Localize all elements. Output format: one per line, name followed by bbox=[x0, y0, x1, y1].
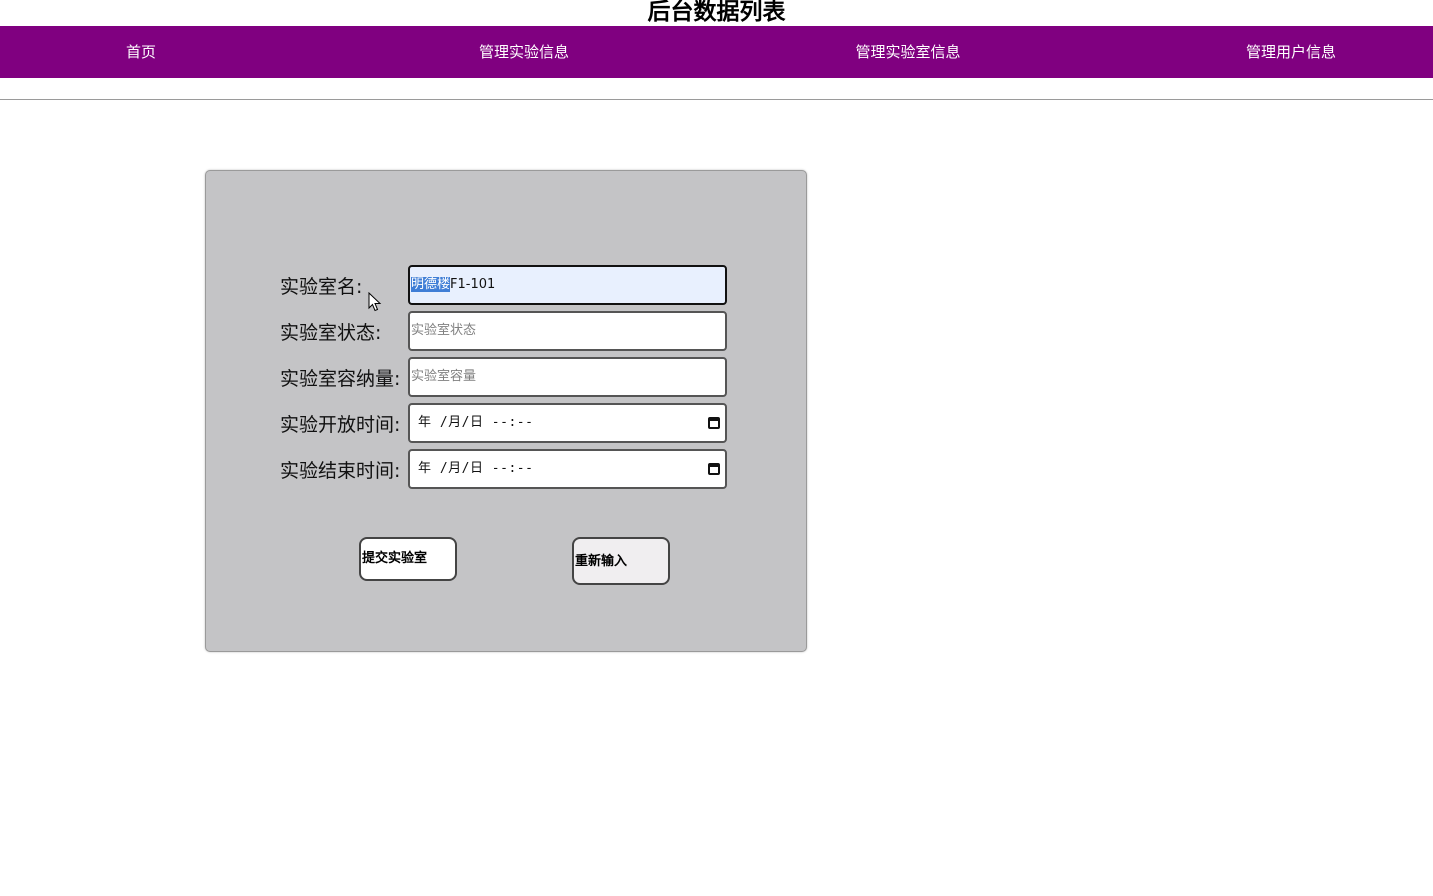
lab-name-input[interactable]: 明德楼F1-101 bbox=[408, 265, 727, 305]
lab-status-label: 实验室状态: bbox=[280, 322, 382, 344]
lab-capacity-input[interactable]: 实验室容量 bbox=[408, 357, 727, 397]
open-time-label: 实验开放时间: bbox=[280, 414, 401, 436]
calendar-icon[interactable] bbox=[708, 417, 720, 429]
lab-name-label: 实验室名: bbox=[280, 276, 363, 298]
reset-button[interactable]: 重新输入 bbox=[572, 537, 670, 585]
input-text: F1-101 bbox=[450, 277, 496, 292]
lab-capacity-placeholder: 实验室容量 bbox=[411, 369, 477, 384]
end-time-label: 实验结束时间: bbox=[280, 460, 401, 482]
page-title: 后台数据列表 bbox=[647, 0, 786, 25]
end-time-input[interactable]: 年 /月/日 --:-- bbox=[408, 449, 727, 489]
submit-lab-button[interactable]: 提交实验室 bbox=[359, 537, 457, 581]
header-divider bbox=[0, 99, 1433, 100]
selected-text: 明德楼 bbox=[411, 277, 451, 292]
mouse-pointer-icon bbox=[368, 292, 382, 312]
lab-status-placeholder: 实验室状态 bbox=[411, 323, 477, 338]
open-time-display: 年 /月/日 --:-- bbox=[418, 415, 534, 430]
calendar-icon[interactable] bbox=[708, 463, 720, 475]
top-navbar: 首页 管理实验信息 管理实验室信息 管理用户信息 bbox=[0, 26, 1433, 78]
nav-item-manage-users[interactable]: 管理用户信息 bbox=[1226, 26, 1356, 78]
nav-item-home[interactable]: 首页 bbox=[100, 26, 182, 78]
lab-status-input[interactable]: 实验室状态 bbox=[408, 311, 727, 351]
nav-item-manage-experiments[interactable]: 管理实验信息 bbox=[459, 26, 589, 78]
end-time-display: 年 /月/日 --:-- bbox=[418, 461, 534, 476]
open-time-input[interactable]: 年 /月/日 --:-- bbox=[408, 403, 727, 443]
lab-capacity-label: 实验室容纳量: bbox=[280, 368, 401, 390]
nav-item-manage-labs[interactable]: 管理实验室信息 bbox=[836, 26, 980, 78]
lab-form-panel: 实验室名: 明德楼F1-101 实验室状态: 实验室状态 实验室容纳量: 实验室… bbox=[205, 170, 807, 652]
